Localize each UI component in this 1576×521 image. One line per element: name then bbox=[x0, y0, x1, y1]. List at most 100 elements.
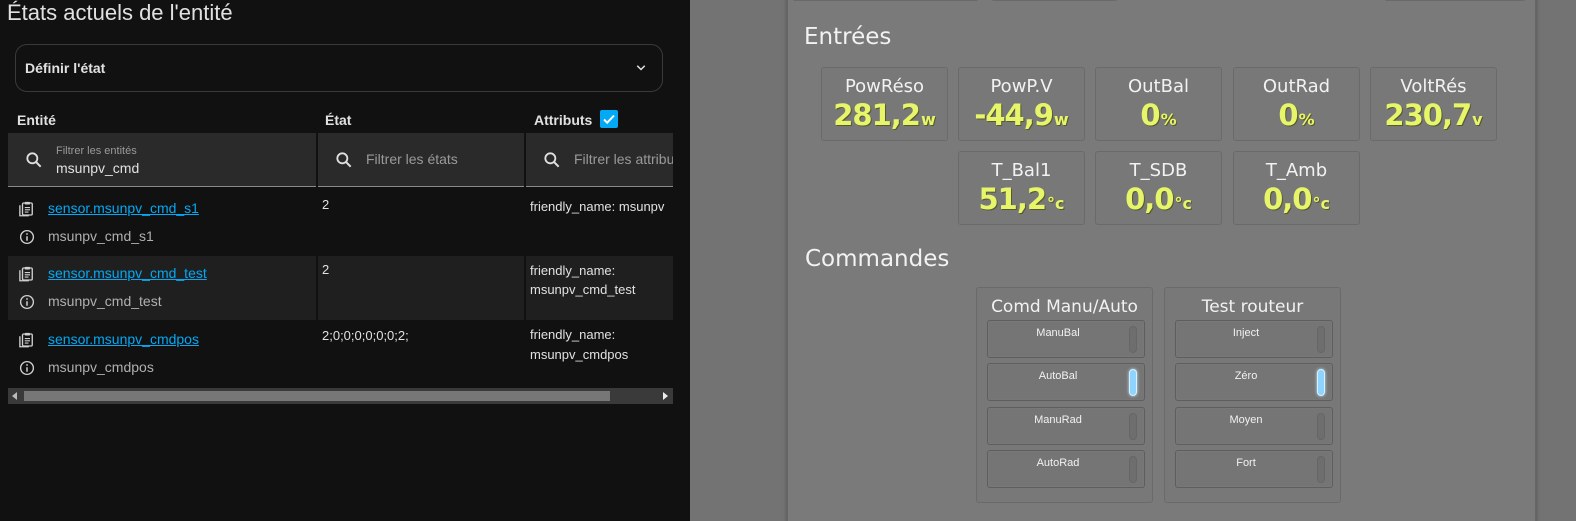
cmd-group-title: Test routeur bbox=[1201, 297, 1304, 317]
state-indicator bbox=[1129, 456, 1137, 483]
search-icon bbox=[336, 152, 352, 168]
set-state-label: Définir l'état bbox=[25, 60, 106, 76]
state-indicator bbox=[1317, 326, 1325, 353]
entity-link[interactable]: sensor.msunpv_cmd_test bbox=[48, 265, 207, 281]
developer-tools-states-pane: États actuels de l'entité Définir l'état… bbox=[0, 0, 690, 521]
column-header-attributes[interactable]: Attributs bbox=[534, 112, 592, 128]
column-divider bbox=[524, 322, 526, 386]
tile-powreso: PowRéso 281,2w bbox=[821, 67, 948, 141]
entity-filter-input[interactable]: Filtrer les entités msunpv_cmd bbox=[8, 133, 316, 187]
tile-label: PowP.V bbox=[990, 76, 1053, 97]
column-divider bbox=[524, 191, 526, 255]
section-title-commands: Commandes bbox=[805, 246, 950, 272]
tile-t-amb: T_Amb 0,0°c bbox=[1233, 151, 1360, 225]
info-icon[interactable] bbox=[18, 228, 36, 246]
clipboard-icon[interactable] bbox=[18, 331, 36, 349]
entity-link[interactable]: sensor.msunpv_cmdpos bbox=[48, 331, 199, 347]
tile-value: 281,2 bbox=[833, 98, 921, 132]
inject-button[interactable]: Inject bbox=[1175, 320, 1333, 358]
search-icon bbox=[544, 152, 560, 168]
moyen-button[interactable]: Moyen bbox=[1175, 407, 1333, 445]
manubal-button[interactable]: ManuBal bbox=[987, 320, 1145, 358]
info-icon[interactable] bbox=[18, 293, 36, 311]
panel-top-element bbox=[792, 0, 979, 1]
table-row: sensor.msunpv_cmd_test msunpv_cmd_test 2… bbox=[8, 256, 673, 320]
cmd-group-manu-auto: Comd Manu/Auto ManuBal AutoBal ManuRad A… bbox=[976, 287, 1153, 503]
chevron-down-icon bbox=[636, 65, 646, 71]
fort-button[interactable]: Fort bbox=[1175, 450, 1333, 488]
set-state-expander[interactable]: Définir l'état bbox=[15, 44, 663, 92]
entity-filter-value: msunpv_cmd bbox=[56, 160, 140, 176]
entity-link[interactable]: sensor.msunpv_cmd_s1 bbox=[48, 200, 199, 216]
state-indicator bbox=[1317, 456, 1325, 483]
msunpv-dashboard: Entrées PowRéso 281,2w PowP.V -44,9w Out… bbox=[690, 0, 1576, 521]
attributes-filter-placeholder: Filtrer les attributs bbox=[574, 151, 673, 167]
manurad-button[interactable]: ManuRad bbox=[987, 407, 1145, 445]
tile-unit: °c bbox=[1312, 194, 1330, 213]
button-label: Fort bbox=[1236, 457, 1256, 469]
table-row: sensor.msunpv_cmdpos msunpv_cmdpos 2;0;0… bbox=[8, 322, 673, 386]
tile-t-bal1: T_Bal1 51,2°c bbox=[958, 151, 1085, 225]
column-divider bbox=[316, 322, 318, 386]
scrollbar-thumb[interactable] bbox=[24, 391, 610, 401]
state-indicator-active bbox=[1129, 369, 1137, 396]
tile-unit: % bbox=[1298, 110, 1315, 129]
zero-button[interactable]: Zéro bbox=[1175, 363, 1333, 401]
dashboard-panel: Entrées PowRéso 281,2w PowP.V -44,9w Out… bbox=[787, 0, 1536, 521]
tile-value: 0 bbox=[1140, 98, 1160, 132]
state-indicator-active bbox=[1317, 369, 1325, 396]
tile-label: T_Amb bbox=[1265, 160, 1328, 181]
search-icon bbox=[26, 152, 42, 168]
state-filter-placeholder: Filtrer les états bbox=[366, 151, 458, 167]
column-header-state[interactable]: État bbox=[325, 112, 351, 128]
tile-label: T_SDB bbox=[1129, 160, 1188, 181]
button-label: Inject bbox=[1232, 327, 1260, 339]
attributes-filter-input[interactable]: Filtrer les attributs bbox=[526, 133, 673, 187]
entity-friendly-name: msunpv_cmdpos bbox=[48, 359, 154, 375]
panel-top-element bbox=[991, 0, 1118, 1]
cmd-group-title: Comd Manu/Auto bbox=[991, 297, 1138, 317]
attributes-checkbox[interactable] bbox=[600, 110, 618, 128]
section-title-inputs: Entrées bbox=[804, 24, 892, 50]
state-indicator bbox=[1129, 326, 1137, 353]
tile-value: 0 bbox=[1278, 98, 1298, 132]
panel-top-element bbox=[1384, 0, 1526, 1]
tile-value: 0,0 bbox=[1263, 182, 1312, 216]
scroll-right-arrow-icon[interactable] bbox=[663, 392, 668, 400]
entity-filter-label: Filtrer les entités bbox=[56, 145, 137, 157]
tile-label: OutBal bbox=[1127, 76, 1189, 97]
tile-unit: v bbox=[1472, 110, 1483, 129]
autobal-button[interactable]: AutoBal bbox=[987, 363, 1145, 401]
state-value: 2 bbox=[322, 262, 330, 277]
autorad-button[interactable]: AutoRad bbox=[987, 450, 1145, 488]
column-divider bbox=[316, 191, 318, 255]
attribute-line: msunpv_cmd_test bbox=[530, 282, 636, 297]
state-filter-input[interactable]: Filtrer les états bbox=[318, 133, 524, 187]
tile-value: 230,7 bbox=[1384, 98, 1472, 132]
column-header-entity[interactable]: Entité bbox=[17, 112, 56, 128]
info-icon[interactable] bbox=[18, 359, 36, 377]
scroll-left-arrow-icon[interactable] bbox=[12, 392, 17, 400]
checkmark-icon bbox=[603, 114, 615, 125]
column-divider bbox=[524, 256, 526, 320]
tile-label: OutRad bbox=[1262, 76, 1331, 97]
clipboard-icon[interactable] bbox=[18, 265, 36, 283]
table-row: sensor.msunpv_cmd_s1 msunpv_cmd_s1 2 fri… bbox=[8, 191, 673, 255]
state-value: 2 bbox=[322, 197, 330, 212]
tile-label: T_Bal1 bbox=[991, 160, 1052, 181]
state-indicator bbox=[1129, 413, 1137, 440]
state-indicator bbox=[1317, 413, 1325, 440]
attribute-line: msunpv_cmdpos bbox=[530, 347, 629, 362]
tile-unit: °c bbox=[1174, 194, 1192, 213]
state-value: 2;0;0;0;0;0;0;2; bbox=[322, 328, 409, 343]
tile-powpv: PowP.V -44,9w bbox=[958, 67, 1085, 141]
tile-voltres: VoltRés 230,7v bbox=[1370, 67, 1497, 141]
tile-value: -44,9 bbox=[974, 98, 1054, 132]
button-label: ManuBal bbox=[1036, 327, 1080, 339]
tile-unit: °c bbox=[1047, 194, 1065, 213]
horizontal-scrollbar[interactable] bbox=[8, 388, 673, 404]
clipboard-icon[interactable] bbox=[18, 200, 36, 218]
column-divider bbox=[316, 256, 318, 320]
tile-label: PowRéso bbox=[844, 76, 925, 97]
button-label: Zéro bbox=[1234, 370, 1258, 382]
